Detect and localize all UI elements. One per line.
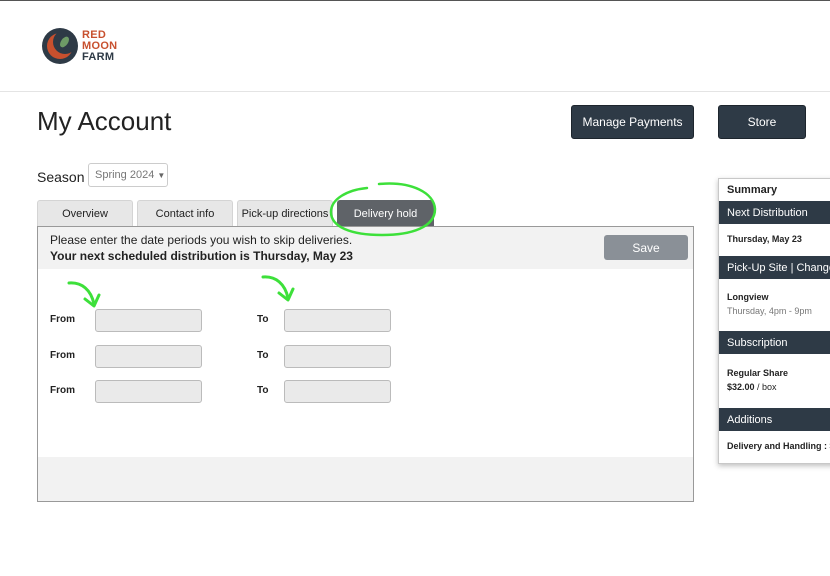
pickup-time: Thursday, 4pm - 9pm: [727, 306, 812, 316]
to-date-input-2[interactable]: [284, 345, 391, 368]
green-circle-annotation: [329, 182, 437, 237]
additions-item: Delivery and Handling : $: [727, 441, 830, 451]
pickup-site-name: Longview: [727, 292, 769, 302]
moon-logo-icon: [42, 28, 78, 64]
season-label: Season: [37, 169, 85, 185]
subscription-unit: / box: [757, 382, 777, 392]
subscription-price-line: $32.00 / box: [727, 382, 777, 392]
subscription-price: $32.00: [727, 382, 755, 392]
season-select[interactable]: Spring 2024 ▼: [88, 163, 168, 187]
caret-down-icon: ▼: [157, 170, 166, 180]
delivery-hold-panel: Please enter the date periods you wish t…: [37, 226, 694, 502]
to-label-3: To: [257, 385, 269, 396]
panel-footer: [38, 457, 693, 501]
top-bar: RED MOON FARM: [0, 0, 830, 92]
brand-wordmark: RED MOON FARM: [82, 28, 118, 63]
brand-line-1: RED: [82, 28, 107, 41]
summary-card: Summary Next Distribution Thursday, May …: [718, 178, 830, 464]
next-distribution-header: Next Distribution: [719, 201, 830, 224]
next-distribution-text: Your next scheduled distribution is Thur…: [50, 249, 353, 263]
brand-line-3: FARM: [82, 50, 115, 63]
additions-header: Additions: [719, 408, 830, 431]
from-label-3: From: [50, 385, 75, 396]
subscription-name: Regular Share: [727, 368, 789, 378]
from-label-1: From: [50, 314, 75, 325]
from-date-input-1[interactable]: [95, 309, 202, 332]
to-label-1: To: [257, 314, 269, 325]
to-label-2: To: [257, 350, 269, 361]
instruction-text: Please enter the date periods you wish t…: [50, 233, 353, 247]
save-button[interactable]: Save: [604, 235, 688, 260]
page-title: My Account: [37, 106, 172, 136]
summary-title: Summary: [727, 184, 778, 196]
to-date-input-1[interactable]: [284, 309, 391, 332]
manage-payments-button[interactable]: Manage Payments: [571, 105, 694, 139]
from-date-input-2[interactable]: [95, 345, 202, 368]
tab-overview[interactable]: Overview: [37, 200, 133, 226]
from-date-input-3[interactable]: [95, 380, 202, 403]
to-date-input-3[interactable]: [284, 380, 391, 403]
next-distribution-date: Thursday, May 23: [727, 234, 802, 244]
tab-contact-info[interactable]: Contact info: [137, 200, 233, 226]
season-selected-value: Spring 2024: [95, 169, 155, 181]
from-label-2: From: [50, 350, 75, 361]
store-button[interactable]: Store: [718, 105, 806, 139]
pickup-site-change-link[interactable]: Pick-Up Site | Change: [719, 256, 830, 279]
green-arrow-icon: [67, 281, 101, 308]
subscription-header: Subscription: [719, 331, 830, 354]
brand-logo[interactable]: RED MOON FARM: [42, 28, 117, 64]
green-arrow-icon: [261, 275, 295, 302]
tab-pickup-directions[interactable]: Pick-up directions: [237, 200, 333, 226]
brand-line-2: MOON: [82, 39, 118, 52]
